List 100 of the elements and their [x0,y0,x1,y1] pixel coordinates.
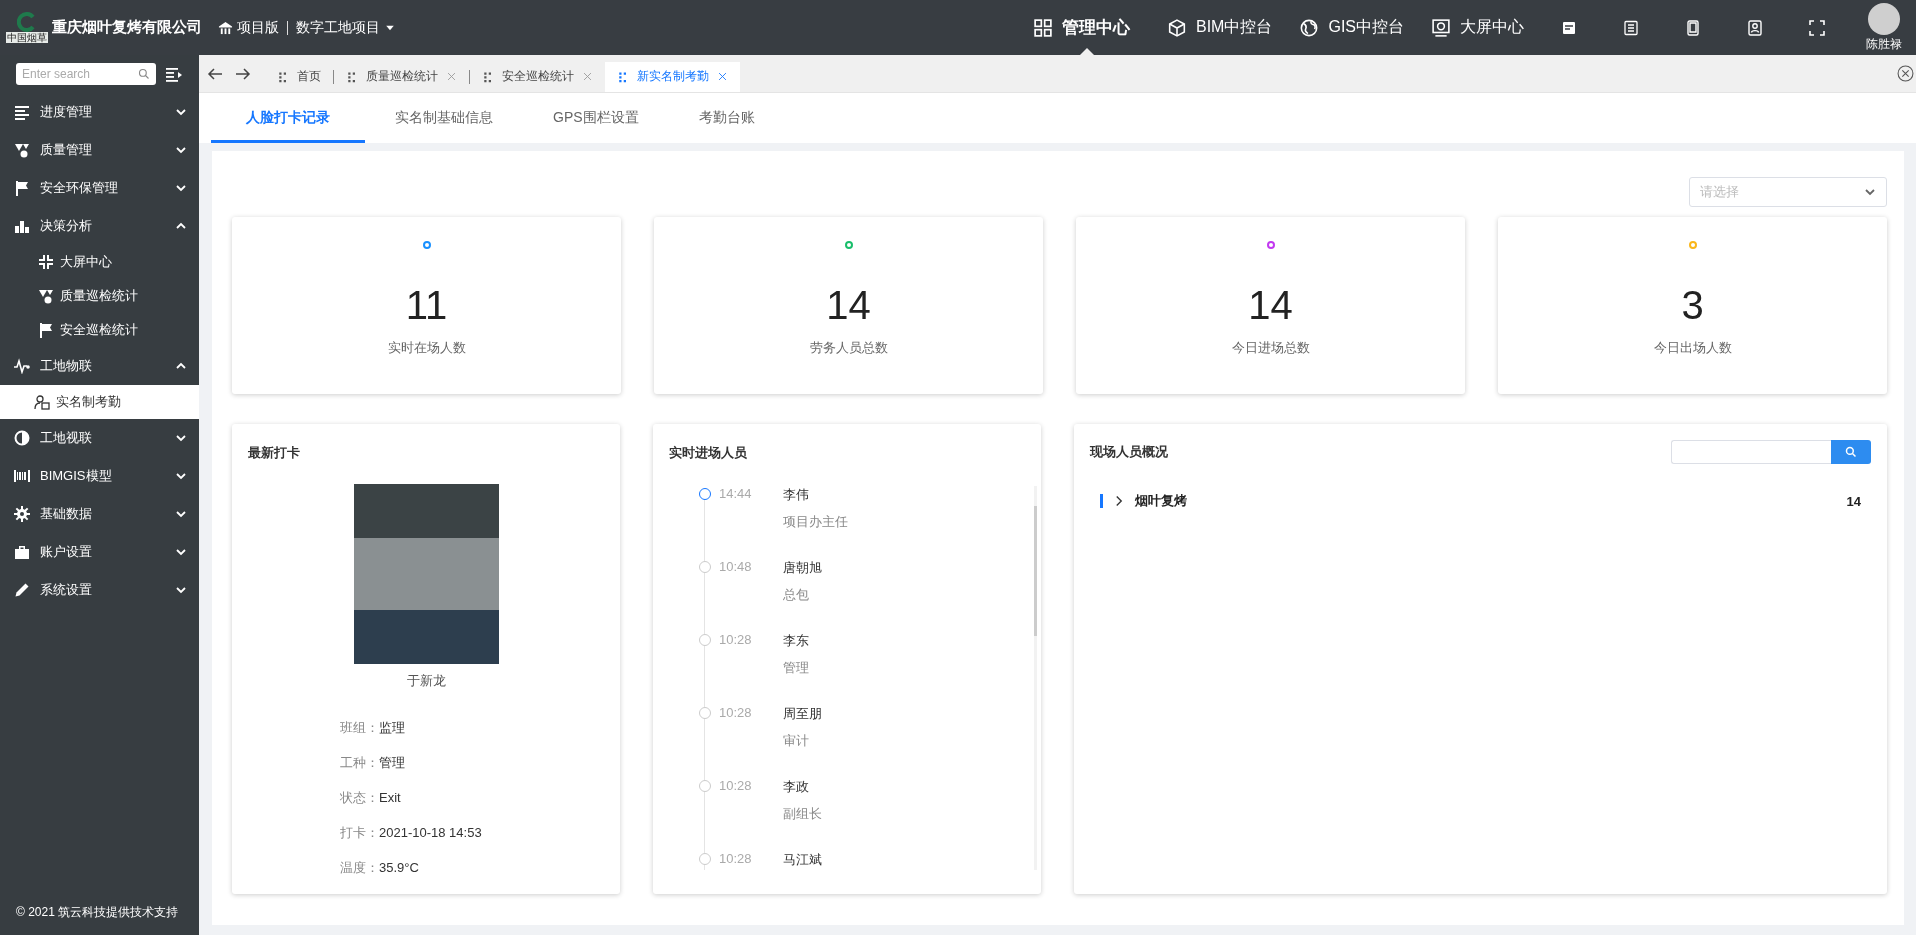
settings-icon [14,506,30,522]
menu-item[interactable]: 工地物联 [0,347,199,385]
pulse-icon [14,358,30,374]
card-title: 实时进场人员 [668,444,748,462]
menu-item[interactable]: 安全环保管理 [0,169,199,207]
edition-label: 项目版 [237,18,279,37]
logo-icon [17,12,37,32]
sub-tab[interactable]: GPS围栏设置 [523,93,669,143]
stat-label: 今日进场总数 [1231,339,1310,357]
briefcase-icon [14,544,30,560]
stat-value: 14 [1248,283,1293,327]
footer-text: © 2021 筑云科技提供技术支持 [15,904,180,921]
nav-item[interactable]: 大屏中心 [1418,0,1538,55]
page-tab[interactable]: 质量巡检统计 [334,61,469,92]
submenu-item[interactable]: 安全巡检统计 [0,313,199,347]
close-all-button[interactable] [1897,65,1914,82]
field-label: 班组： [340,719,379,737]
sub-tab[interactable]: 实名制基础信息 [365,93,523,143]
barcode-frame-icon [14,468,30,484]
stat-value: 14 [826,283,871,327]
flag-icon [38,322,54,338]
globe-icon [1300,18,1319,37]
document-icon [1561,19,1577,36]
field-value: 管理 [379,754,405,772]
search-button[interactable] [1831,440,1871,464]
page-tab[interactable]: 安全巡检统计 [470,61,605,92]
monitor-icon [1432,18,1450,37]
stat-value: 11 [405,283,448,327]
search-field[interactable]: Enter search [16,63,156,85]
field-label: 状态： [340,789,379,807]
card-title: 现场人员概况 [1090,443,1168,461]
fullscreen-icon [1809,19,1825,36]
submenu-item[interactable]: 实名制考勤 [0,385,199,419]
entry-role: 审计 [783,732,810,750]
scrollbar[interactable] [1034,486,1037,870]
card-title: 最新打卡 [247,444,301,462]
entry-name: 马江斌 [783,851,822,869]
page-tab[interactable]: 新实名制考勤 [605,61,740,92]
entry-name: 李伟 [783,486,810,504]
menu-item[interactable]: 基础数据 [0,495,199,533]
nav-item[interactable]: GIS中控台 [1286,0,1418,55]
submenu-item[interactable]: 质量巡检统计 [0,279,199,313]
close-icon [446,71,457,82]
menu-item[interactable]: 质量管理 [0,131,199,169]
menu-item[interactable]: 工地视联 [0,419,199,457]
grid-icon [1034,18,1052,37]
group-count: 14 [1846,493,1861,509]
entry-name: 唐朝旭 [783,559,822,577]
stat-label: 劳务人员总数 [809,339,888,357]
sub-tab[interactable]: 考勤台账 [668,93,785,143]
entry-name: 李政 [783,778,810,796]
tablet-icon [1685,19,1701,36]
nav-item[interactable]: BIM中控台 [1154,0,1287,55]
collapse-menu-button[interactable] [166,66,182,82]
entry-role: 项目办主任 [783,513,848,531]
field-value: 35.9°C [379,859,419,877]
shapes-icon [38,288,54,304]
page-tab[interactable]: 首页 [265,61,333,92]
contrast-icon [14,430,30,446]
contact-icon [1747,19,1763,36]
bar-chart-icon [14,218,30,234]
entry-role: 副组长 [783,805,822,823]
stat-label: 今日出场人数 [1653,339,1732,357]
project-selector[interactable]: 数字工地项目 [296,18,380,37]
sub-tab[interactable]: 人脸打卡记录 [211,93,365,143]
search-icon [138,68,150,80]
avatar[interactable] [1868,2,1900,35]
lines-icon [14,104,30,120]
user-name: 陈胜禄 [1866,35,1902,53]
menu-item[interactable]: 系统设置 [0,571,199,609]
building-icon [218,20,233,35]
field-label: 打卡： [340,824,379,842]
shapes-icon [14,142,30,158]
menu-item[interactable]: 决策分析 [0,207,199,245]
menu-item[interactable]: 进度管理 [0,93,199,131]
dots-icon [346,70,358,83]
chevron-down-icon [1864,186,1876,198]
logo-text: 中国烟草 [6,32,48,43]
arrow-left-icon [207,65,223,82]
entry-time: 10:28 [719,632,753,649]
entry-role: 总包 [783,586,810,604]
group-label: 烟叶复烤 [1135,492,1188,510]
field-label: 工种： [340,754,379,772]
list-icon [1623,19,1639,36]
field-value: 监理 [379,719,405,737]
field-label: 温度： [340,859,379,877]
dots-icon [277,70,289,83]
dots-icon [617,70,629,83]
close-icon [717,71,728,82]
menu-item[interactable]: BIMGIS模型 [0,457,199,495]
search-icon [1845,446,1857,458]
person-card-icon [34,394,50,410]
entry-time: 10:48 [719,559,753,576]
stat-value: 3 [1681,283,1704,327]
submenu-item[interactable]: 大屏中心 [0,245,199,279]
entry-time: 10:28 [719,778,753,795]
flag-icon [14,180,30,196]
search-field[interactable] [1671,440,1831,464]
menu-item[interactable]: 账户设置 [0,533,199,571]
accent-bar [1100,494,1103,508]
